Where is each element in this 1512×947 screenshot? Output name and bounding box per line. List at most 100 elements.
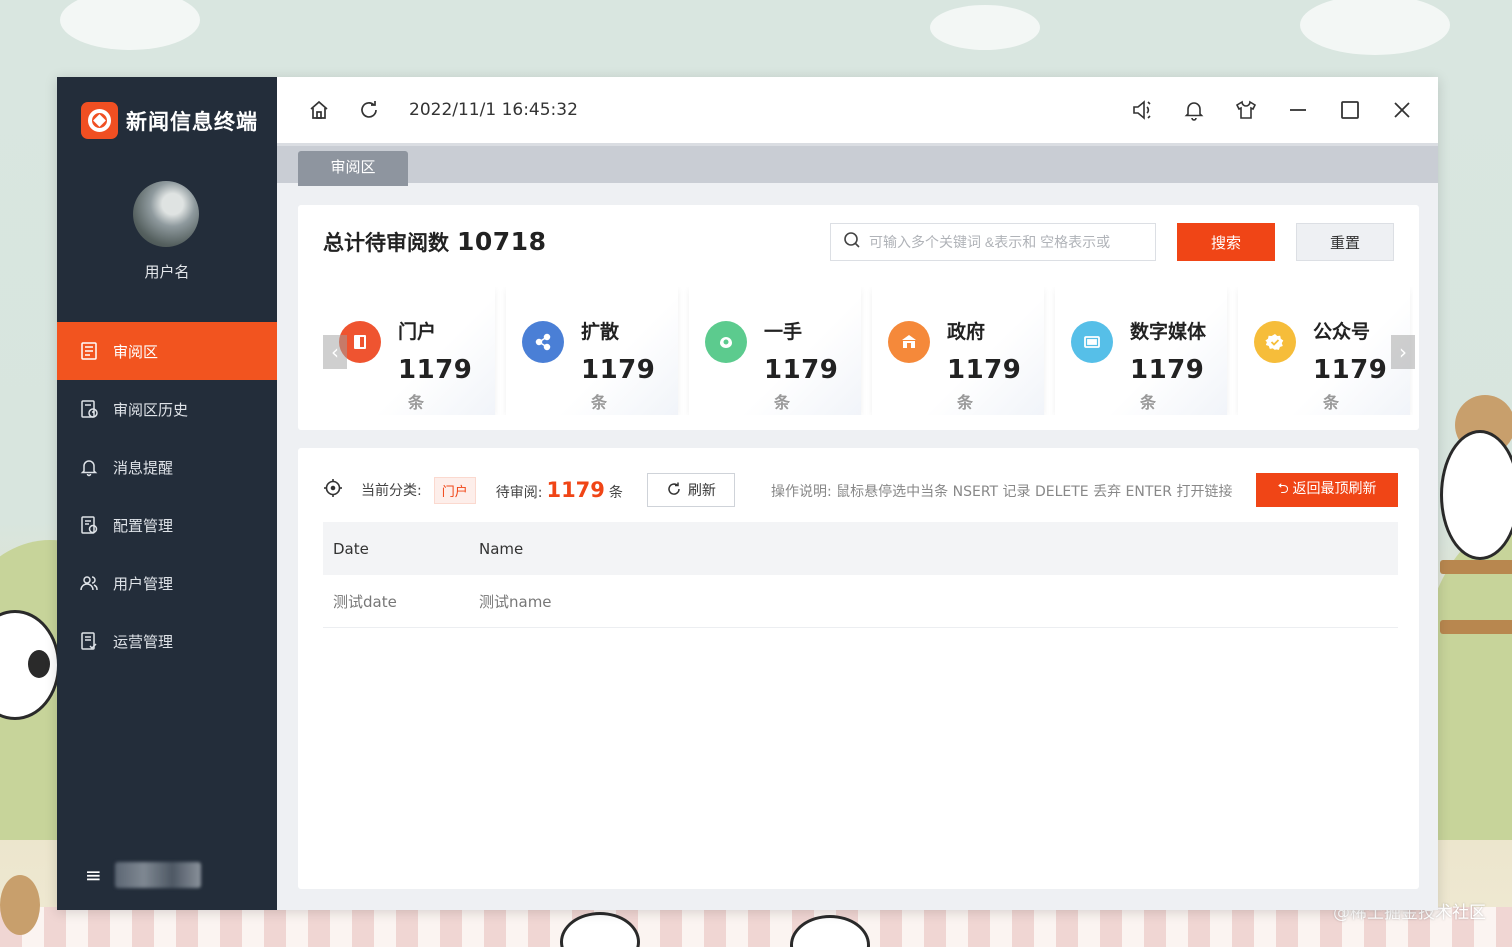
total-label: 总计待审阅数 [323, 231, 449, 255]
logo-icon [81, 102, 118, 139]
category-count: 1179 [398, 355, 473, 385]
app-window: 新闻信息终端 用户名 审阅区 审阅区历史 消息提醒 配置管理 用户管理 运营管理… [57, 77, 1438, 910]
current-category-label: 当前分类: [361, 483, 422, 499]
operations-doc-icon [79, 631, 99, 651]
category-count: 1179 [764, 355, 839, 385]
bell-icon [79, 457, 99, 477]
summary-card: 总计待审阅数 10718 搜索 重置 门户 1179 条 扩散 [298, 205, 1419, 430]
detail-card: 当前分类: 门户 待审阅: 1179 条 刷新 操作说明: 鼠标悬停选中当条 NSE… [298, 448, 1419, 889]
badge-check-icon [1254, 321, 1296, 363]
sidebar-item-label: 消息提醒 [113, 458, 174, 477]
current-category-tag: 门户 [433, 476, 476, 504]
undo-icon: ⮌ [1277, 480, 1289, 496]
category-unit: 条 [1323, 393, 1340, 412]
category-name: 扩散 [581, 321, 620, 343]
category-count: 1179 [581, 355, 656, 385]
volume-icon[interactable] [1130, 98, 1154, 122]
category-name: 政府 [947, 321, 986, 343]
category-unit: 条 [408, 393, 425, 412]
app-logo: 新闻信息终端 [81, 102, 258, 139]
tab-strip: 审阅区 [277, 143, 1438, 186]
government-icon [888, 321, 930, 363]
category-carousel: 门户 1179条 扩散 1179条 一手 1179条 政府 1179条 数字媒体… [323, 287, 1413, 415]
category-name: 一手 [764, 321, 803, 343]
sidebar-item-review[interactable]: 审阅区 [57, 322, 277, 380]
carousel-prev-button[interactable]: ‹ [323, 335, 347, 369]
hand-icon [705, 321, 747, 363]
chevron-left-icon: ‹ [331, 340, 339, 364]
carousel-next-button[interactable]: › [1391, 335, 1415, 369]
refresh-icon[interactable] [357, 98, 381, 122]
category-card-digital-media[interactable]: 数字媒体 1179 条 [1055, 287, 1227, 415]
shirt-skin-icon[interactable] [1234, 98, 1258, 122]
app-title: 新闻信息终端 [126, 109, 258, 134]
category-count-wrap: 1179 条 [1130, 355, 1227, 415]
pending-unit: 条 [608, 485, 623, 501]
menu-icon[interactable]: ≡ [85, 863, 103, 887]
total-pending: 总计待审阅数 10718 [323, 227, 546, 257]
window-controls [1102, 98, 1414, 122]
home-icon[interactable] [307, 98, 331, 122]
blurred-user-info [115, 862, 201, 888]
column-header-name: Name [479, 539, 524, 558]
sidebar-item-users[interactable]: 用户管理 [57, 554, 277, 612]
category-unit: 条 [1140, 393, 1157, 412]
search-box[interactable] [830, 223, 1156, 261]
category-unit: 条 [774, 393, 791, 412]
filter-bar: 当前分类: 门户 待审阅: 1179 条 刷新 操作说明: 鼠标悬停选中当条 NSE… [323, 473, 1398, 507]
category-card-firsthand[interactable]: 一手 1179 条 [689, 287, 861, 415]
topbar: 2022/11/1 16:45:32 [277, 77, 1438, 143]
document-list-icon [79, 341, 99, 361]
refresh-button[interactable]: 刷新 [646, 473, 735, 507]
category-name: 公众号 [1313, 321, 1371, 343]
category-card-diffusion[interactable]: 扩散 1179 条 [506, 287, 678, 415]
sidebar-item-label: 配置管理 [113, 516, 174, 535]
refresh-label: 刷新 [687, 482, 716, 498]
reset-button[interactable]: 重置 [1296, 223, 1394, 261]
category-count-wrap: 1179 条 [398, 355, 495, 415]
review-table: Date Name 测试date 测试name [323, 522, 1398, 628]
avatar[interactable] [133, 181, 199, 247]
sidebar-item-label: 审阅区历史 [113, 400, 189, 419]
tab-review[interactable]: 审阅区 [298, 151, 408, 186]
datetime-display: 2022/11/1 16:45:32 [409, 100, 578, 120]
sidebar-item-config[interactable]: 配置管理 [57, 496, 277, 554]
pending-count: 1179 [546, 478, 605, 502]
category-card-official-account[interactable]: 公众号 1179 条 [1238, 287, 1410, 415]
category-count-wrap: 1179 条 [947, 355, 1044, 415]
column-header-date: Date [333, 539, 369, 558]
category-unit: 条 [591, 393, 608, 412]
category-count: 1179 [1130, 355, 1205, 385]
category-count: 1179 [947, 355, 1022, 385]
category-card-government[interactable]: 政府 1179 条 [872, 287, 1044, 415]
config-doc-icon [79, 515, 99, 535]
category-count-wrap: 1179 条 [581, 355, 678, 415]
close-icon[interactable] [1390, 98, 1414, 122]
cell-name: 测试name [479, 592, 552, 611]
sidebar-item-review-history[interactable]: 审阅区历史 [57, 380, 277, 438]
sidebar-item-operations[interactable]: 运营管理 [57, 612, 277, 670]
back-to-top-refresh-button[interactable]: ⮌ 返回最顶刷新 [1256, 473, 1398, 507]
help-text: 操作说明: 鼠标悬停选中当条 NSERT 记录 DELETE 丢弃 ENTER … [771, 484, 1233, 500]
category-card-portal[interactable]: 门户 1179 条 [323, 287, 495, 415]
category-count-wrap: 1179 条 [764, 355, 861, 415]
chevron-right-icon: › [1399, 340, 1407, 364]
sidebar-item-label: 用户管理 [113, 574, 174, 593]
maximize-icon[interactable] [1338, 98, 1362, 122]
sidebar-item-notifications[interactable]: 消息提醒 [57, 438, 277, 496]
search-input[interactable] [869, 234, 1139, 250]
media-icon [1071, 321, 1113, 363]
search-button[interactable]: 搜索 [1177, 223, 1275, 261]
bell-icon[interactable] [1182, 98, 1206, 122]
sidebar: 新闻信息终端 用户名 审阅区 审阅区历史 消息提醒 配置管理 用户管理 运营管理… [57, 77, 277, 910]
table-row[interactable]: 测试date 测试name [323, 575, 1398, 628]
users-icon [79, 573, 99, 593]
total-count: 10718 [457, 227, 547, 256]
username-label: 用户名 [144, 263, 190, 281]
search-icon [843, 231, 861, 253]
minimize-icon[interactable] [1286, 98, 1310, 122]
back-to-top-label: 返回最顶刷新 [1292, 480, 1377, 496]
category-count: 1179 [1313, 355, 1388, 385]
sidebar-item-label: 审阅区 [113, 342, 159, 361]
refresh-icon [666, 481, 682, 500]
